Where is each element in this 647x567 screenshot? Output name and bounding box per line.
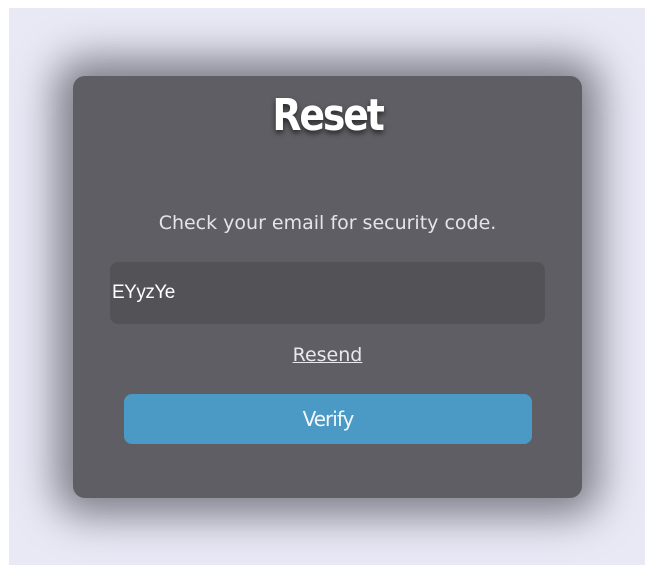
verify-button[interactable]: Verify [124, 394, 532, 444]
reset-card: Reset Check your email for security code… [73, 76, 582, 498]
resend-link[interactable]: Resend [73, 344, 582, 366]
page-title: Reset [272, 90, 384, 141]
security-code-input[interactable] [110, 262, 545, 324]
instruction-text: Check your email for security code. [158, 212, 497, 234]
